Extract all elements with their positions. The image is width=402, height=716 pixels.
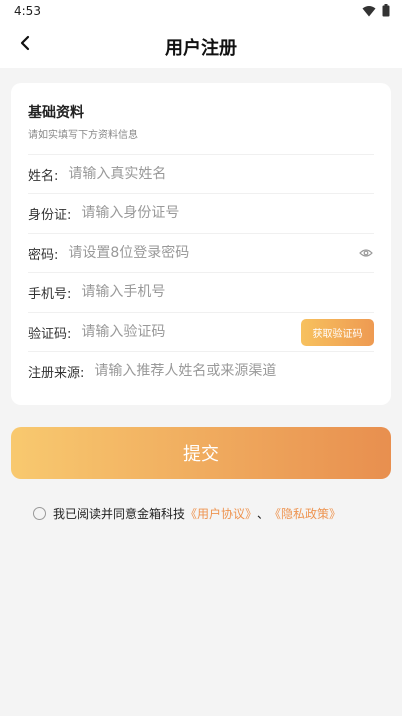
name-label: 姓名: xyxy=(28,168,59,184)
id-card-label: 身份证: xyxy=(28,207,72,223)
password-label: 密码: xyxy=(28,247,59,263)
agreement-text: 我已阅读并同意金箱科技 xyxy=(53,506,186,521)
verification-code-row: 验证码: 获取验证码 xyxy=(28,312,374,351)
status-icons xyxy=(362,2,390,21)
id-card-row: 身份证: xyxy=(28,193,374,232)
agreement-separator: 、 xyxy=(257,506,270,521)
password-input[interactable] xyxy=(68,245,352,261)
phone-row: 手机号: xyxy=(28,272,374,311)
agreement-radio[interactable] xyxy=(33,506,46,520)
registration-form-card: 基础资料 请如实填写下方资料信息 姓名: 身份证: 密码: 手机号: 验证码: … xyxy=(11,83,391,405)
referral-source-label: 注册来源: xyxy=(28,365,85,381)
eye-icon[interactable] xyxy=(358,245,374,261)
section-title: 基础资料 xyxy=(28,105,84,121)
referral-source-input[interactable] xyxy=(94,363,374,379)
phone-input[interactable] xyxy=(81,284,374,300)
battery-icon xyxy=(382,2,390,21)
verification-code-input[interactable] xyxy=(81,324,295,340)
phone-label: 手机号: xyxy=(28,286,72,302)
app-header: 4:53 用户注册 xyxy=(0,0,402,68)
section-subtitle: 请如实填写下方资料信息 xyxy=(28,130,138,141)
get-code-button[interactable]: 获取验证码 xyxy=(301,318,374,346)
referral-source-row: 注册来源: xyxy=(28,351,374,390)
name-row: 姓名: xyxy=(28,154,374,193)
id-card-input[interactable] xyxy=(81,205,374,221)
password-row: 密码: xyxy=(28,233,374,272)
status-time: 4:53 xyxy=(14,4,41,18)
verification-code-label: 验证码: xyxy=(28,326,72,342)
privacy-policy-link[interactable]: 《隐私政策》 xyxy=(269,505,341,522)
submit-button[interactable]: 提交 xyxy=(11,427,391,479)
page-title: 用户注册 xyxy=(165,38,237,59)
agreement-row: 我已阅读并同意金箱科技 《用户协议》 、 《隐私政策》 xyxy=(33,504,341,522)
name-input[interactable] xyxy=(68,166,374,182)
user-agreement-link[interactable]: 《用户协议》 xyxy=(185,505,257,522)
wifi-icon xyxy=(362,2,376,21)
